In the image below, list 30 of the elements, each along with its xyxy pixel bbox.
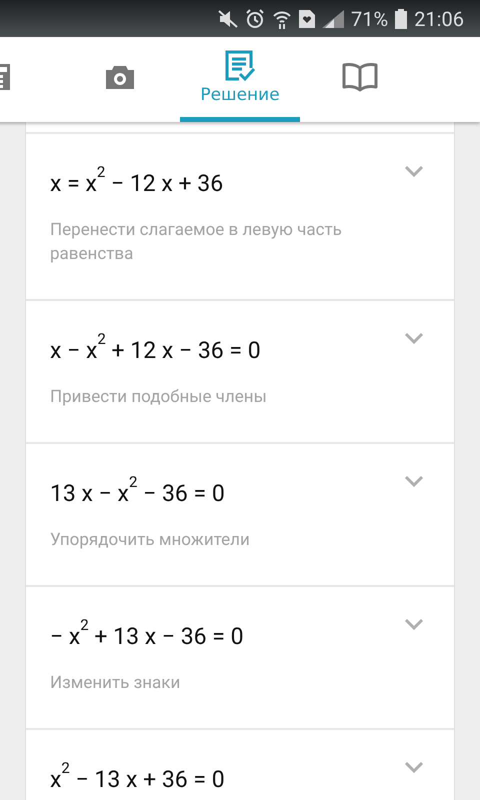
signal-icon	[322, 10, 344, 28]
chevron-down-icon[interactable]	[404, 331, 424, 345]
mute-icon	[218, 10, 238, 28]
solution-step[interactable]: x = x$^{2}$ − 12 x + 36 Перенести слагаемое в левую часть равенства	[26, 132, 454, 299]
checklist-icon	[223, 49, 257, 83]
wifi-icon	[272, 8, 292, 28]
alarm-icon	[245, 8, 266, 28]
equation: − x$^{2}$ + 13 x − 36 = 0	[50, 617, 244, 652]
equation: x$^{2}$ − 13 x + 36 = 0	[50, 760, 225, 795]
chevron-down-icon[interactable]	[404, 474, 424, 488]
solution-step[interactable]: x − x$^{2}$ + 12 x − 36 = 0 Привести подобные члены	[26, 299, 454, 442]
camera-icon	[104, 63, 136, 91]
chevron-down-icon[interactable]	[404, 617, 424, 631]
step-explanation: Изменить знаки	[50, 672, 182, 695]
solution-step[interactable]: − x$^{2}$ + 13 x − 36 = 0 Изменить знаки	[26, 585, 454, 728]
book-icon	[342, 61, 378, 93]
equation: x − x$^{2}$ + 12 x − 36 = 0	[50, 331, 261, 366]
equation: x = x$^{2}$ − 12 x + 36	[50, 164, 224, 199]
step-explanation: Упорядочить множители	[50, 529, 251, 552]
solution-step[interactable]: x$^{2}$ − 13 x + 36 = 0	[26, 728, 454, 800]
step-explanation: Перенести слагаемое в левую часть равенства	[50, 219, 343, 266]
chevron-down-icon[interactable]	[404, 164, 424, 178]
step-explanation: Привести подобные члены	[50, 386, 268, 409]
equation: 13 x − x$^{2}$ − 36 = 0	[50, 474, 225, 509]
sim-card-icon	[299, 10, 316, 28]
solution-step[interactable]: 13 x − x$^{2}$ − 36 = 0 Упорядочить множители	[26, 442, 454, 585]
chevron-down-icon[interactable]	[404, 760, 424, 774]
battery-percent: 71%	[351, 6, 388, 30]
battery-icon	[395, 8, 408, 28]
clock-time: 21:06	[414, 6, 464, 30]
